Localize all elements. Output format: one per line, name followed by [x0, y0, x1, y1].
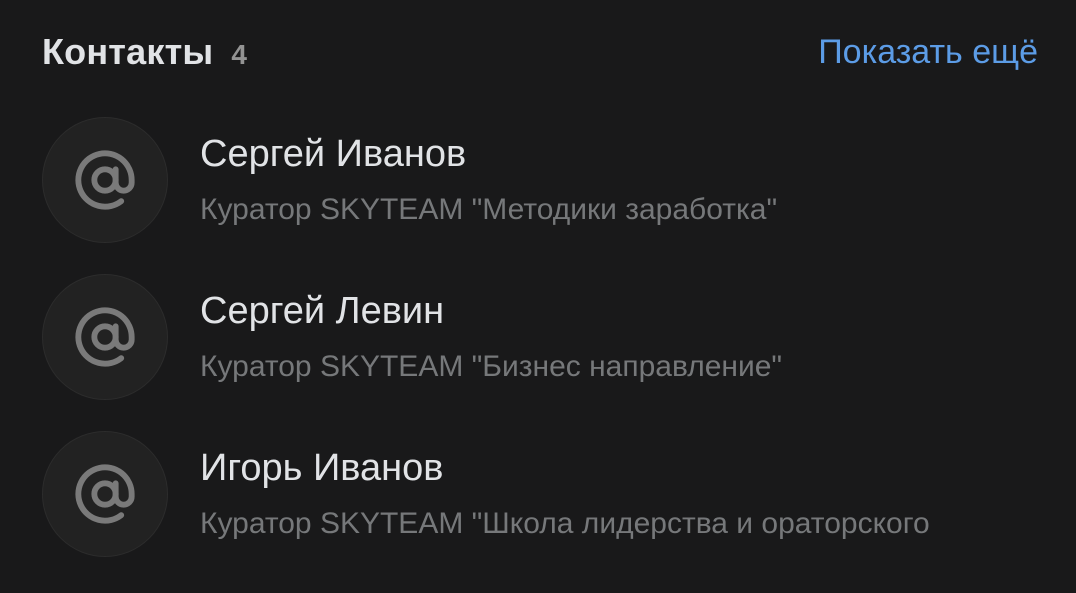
at-sign-icon	[75, 150, 135, 210]
contact-item[interactable]: Игорь Иванов Куратор SKYTEAM "Школа лиде…	[42, 431, 1076, 588]
contacts-list: Сергей Иванов Куратор SKYTEAM "Методики …	[42, 117, 1076, 588]
avatar[interactable]	[42, 431, 168, 557]
at-sign-icon	[75, 307, 135, 367]
contacts-title: Контакты	[42, 31, 214, 72]
contact-item[interactable]: Сергей Иванов Куратор SKYTEAM "Методики …	[42, 117, 1076, 274]
contacts-heading: Контакты 4	[42, 31, 247, 73]
contact-item[interactable]: Сергей Левин Куратор SKYTEAM "Бизнес нап…	[42, 274, 1076, 431]
contact-name[interactable]: Игорь Иванов	[200, 447, 443, 490]
contact-description: Куратор SKYTEAM "Методики заработка"	[200, 193, 778, 226]
avatar[interactable]	[42, 274, 168, 400]
at-sign-icon	[75, 464, 135, 524]
contact-name[interactable]: Сергей Левин	[200, 290, 444, 333]
contacts-count: 4	[231, 39, 247, 70]
show-more-link[interactable]: Показать ещё	[818, 33, 1038, 72]
contacts-panel: Контакты 4 Показать ещё Сергей Иванов Ку…	[0, 0, 1076, 593]
contact-name[interactable]: Сергей Иванов	[200, 133, 466, 176]
avatar[interactable]	[42, 117, 168, 243]
contact-description: Куратор SKYTEAM "Школа лидерства и орато…	[200, 507, 930, 540]
contacts-header: Контакты 4 Показать ещё	[42, 28, 1038, 76]
contact-description: Куратор SKYTEAM "Бизнес направление"	[200, 350, 783, 383]
